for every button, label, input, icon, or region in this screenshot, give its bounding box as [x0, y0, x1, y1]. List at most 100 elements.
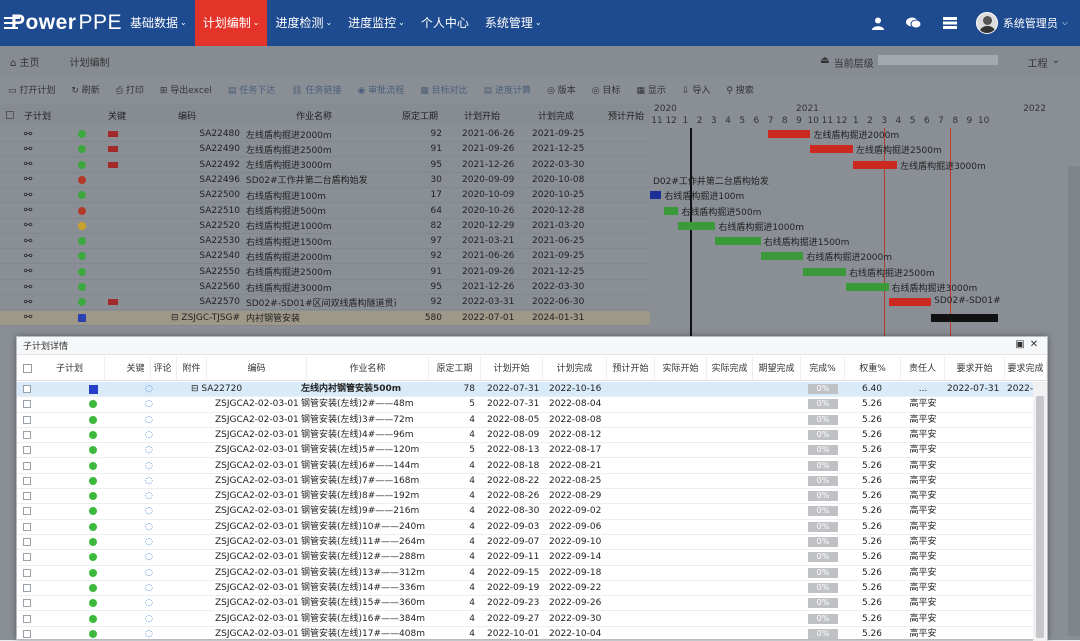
dialog-header-cell[interactable]: 计划完成	[543, 357, 607, 381]
dialog-header-cell[interactable]: 预计开始	[607, 357, 655, 381]
nav-item-1[interactable]: 计划编制 ⌄	[194, 0, 268, 46]
table-row[interactable]: ⚯ SA22496 SD02#工作井第二台盾构始发 30 2020-09-09 2020-…	[0, 173, 650, 188]
toolbar-import-button[interactable]: ⇩ 导入	[674, 83, 718, 96]
table-row[interactable]: ⚯ ⊟ ZSJGC-TJSG# 内衬钢管安装 580 2022-07-01 2024-01…	[0, 310, 650, 326]
gantt-bar[interactable]	[650, 191, 662, 200]
table-row[interactable]: ◌ ⊟ SA22720 左线内衬钢管安装500m 78 2022-07-31 2022-1…	[17, 382, 1033, 398]
dialog-header-cell[interactable]: 实际开始	[655, 357, 707, 381]
gantt-bar[interactable]	[845, 283, 889, 291]
row-checkbox[interactable]	[23, 400, 31, 409]
toolbar-open-plan-button[interactable]: ▭ 打开计划	[0, 83, 63, 96]
link-icon[interactable]: ⚯	[24, 266, 32, 277]
dialog-header-cell[interactable]: 附件	[177, 357, 207, 381]
table-row[interactable]: ⚯ SA22550 右线盾构掘进2500m 91 2021-09-26 2021-12-2…	[0, 265, 650, 280]
close-icon[interactable]: ✕	[1027, 339, 1041, 350]
table-row[interactable]: ◌ ZSJGCA2-02-03-01 钢管安装(左线)9#——216m 4 2022-0…	[17, 504, 1033, 520]
table-row[interactable]: ◌ ZSJGCA2-02-03-01 钢管安装(左线)17#——408m 4 2022-…	[17, 627, 1033, 641]
row-checkbox[interactable]	[23, 629, 31, 638]
breadcrumb-home[interactable]: ⌂ 主页	[10, 54, 40, 69]
comment-icon[interactable]: ◌	[145, 550, 153, 565]
comment-icon[interactable]: ◌	[145, 413, 153, 428]
dialog-header-cell[interactable]: 原定工期	[429, 357, 481, 381]
comment-icon[interactable]: ◌	[145, 566, 153, 581]
table-row[interactable]: ⚯ SA22520 右线盾构掘进1000m 82 2020-12-29 2021-03-2…	[0, 219, 650, 234]
main-scrollbar[interactable]	[1068, 166, 1080, 636]
nav-item-5[interactable]: 系统管理 ⌄	[477, 0, 550, 46]
link-icon[interactable]: ⚯	[24, 190, 32, 201]
nav-item-4[interactable]: 个人中心	[413, 0, 477, 46]
nav-item-0[interactable]: 基础数据 ⌄	[122, 0, 195, 46]
gantt-bar[interactable]	[803, 267, 846, 276]
table-row[interactable]: ◌ ZSJGCA2-02-03-01 钢管安装(左线)10#——240m 4 2022-…	[17, 520, 1033, 535]
toolbar-display-button[interactable]: ▦ 显示	[629, 83, 674, 96]
dialog-header-cell[interactable]: 作业名称	[307, 357, 429, 381]
comment-icon[interactable]: ◌	[145, 459, 153, 474]
comment-icon[interactable]: ◌	[145, 428, 153, 443]
dialog-header-cell[interactable]: 编码	[207, 357, 307, 381]
link-icon[interactable]: ⚯	[24, 144, 32, 155]
table-row[interactable]: ◌ ZSJGCA2-02-03-01 钢管安装(左线)3#——72m 4 2022-08…	[17, 413, 1033, 428]
gantt-bar[interactable]	[810, 145, 854, 154]
gantt-bar[interactable]	[767, 130, 811, 138]
link-icon[interactable]: ⚯	[24, 236, 32, 247]
user-profile-icon[interactable]	[860, 0, 896, 46]
dialog-header-cell[interactable]: 责任人	[901, 357, 945, 381]
dialog-header-cell[interactable]: 计划开始	[481, 357, 543, 381]
gantt-bar[interactable]	[760, 252, 804, 261]
row-checkbox[interactable]	[23, 385, 31, 393]
row-checkbox[interactable]	[23, 553, 31, 562]
row-checkbox[interactable]	[23, 446, 31, 455]
gantt-bar[interactable]	[678, 221, 716, 230]
table-row[interactable]: ◌ ZSJGCA2-02-03-01 钢管安装(左线)7#——168m 4 2022-0…	[17, 474, 1033, 490]
toolbar-progress-calc-button[interactable]: ▤ 进度计算	[476, 83, 539, 96]
dialog-header-cell[interactable]: 完成%	[801, 357, 845, 381]
toolbar-refresh-button[interactable]: ↻ 刷新	[63, 83, 107, 96]
comment-icon[interactable]: ◌	[145, 627, 153, 641]
gantt-bar[interactable]	[664, 206, 679, 215]
link-icon[interactable]: ⚯	[24, 312, 32, 323]
toolbar-search-button[interactable]: ⚲ 搜索	[718, 83, 761, 96]
toolbar-task-dispatch-button[interactable]: ▤ 任务下达	[220, 83, 283, 96]
comment-icon[interactable]: ◌	[145, 612, 153, 627]
link-icon[interactable]: ⚯	[24, 251, 32, 262]
row-checkbox[interactable]	[23, 538, 31, 546]
nav-item-2[interactable]: 进度检测 ⌄	[267, 0, 340, 46]
table-row[interactable]: ⚯ SA22570 SD02#-SD01#区间双线盾构隧道贯通 92 2022-03-3…	[0, 295, 650, 311]
dialog-select-all-checkbox[interactable]	[23, 364, 32, 373]
comment-icon[interactable]: ◌	[145, 443, 153, 458]
table-row[interactable]: ⚯ SA22540 右线盾构掘进2000m 92 2021-06-26 2021-09-2…	[0, 249, 650, 265]
row-checkbox[interactable]	[23, 522, 31, 531]
comment-icon[interactable]: ◌	[145, 397, 153, 412]
toolbar-task-link-button[interactable]: ⛓ 任务链接	[283, 83, 349, 96]
toolbar-approval-flow-button[interactable]: ◉ 审批流程	[350, 83, 413, 96]
row-checkbox[interactable]	[23, 507, 31, 516]
table-row[interactable]: ◌ ZSJGCA2-02-03-01 钢管安装(左线)5#——120m 5 2022-0…	[17, 443, 1033, 459]
table-row[interactable]: ◌ ZSJGCA2-02-03-01 钢管安装(左线)6#——144m 4 2022-0…	[17, 459, 1033, 474]
comment-icon[interactable]: ◌	[145, 535, 153, 550]
toolbar-version-button[interactable]: ◎ 版本	[539, 83, 584, 96]
row-checkbox[interactable]	[23, 568, 31, 577]
gantt-bar[interactable]	[853, 160, 898, 169]
table-row[interactable]: ⚯ SA22480 左线盾构掘进2000m 92 2021-06-26 2021-09-2…	[0, 127, 650, 142]
row-checkbox[interactable]	[23, 415, 31, 424]
table-row[interactable]: ◌ ZSJGCA2-02-03-01 钢管安装(左线)15#——360m 4 2022-…	[17, 596, 1033, 612]
nav-item-3[interactable]: 进度监控 ⌄	[340, 0, 413, 46]
table-row[interactable]: ⚯ SA22560 右线盾构掘进3000m 95 2021-12-26 2022-03-3…	[0, 280, 650, 295]
select-all-checkbox[interactable]	[6, 111, 14, 119]
link-icon[interactable]: ⚯	[24, 205, 32, 216]
toolbar-target-button[interactable]: ◎ 目标	[584, 83, 629, 96]
row-checkbox[interactable]	[23, 492, 31, 501]
table-row[interactable]: ⚯ SA22510 右线盾构掘进500m 64 2020-10-26 2020-12-28	[0, 204, 650, 219]
table-row[interactable]: ⚯ SA22492 左线盾构掘进3000m 95 2021-12-26 2022-03-3…	[0, 158, 650, 173]
comment-icon[interactable]: ◌	[145, 504, 153, 519]
comment-icon[interactable]: ◌	[145, 382, 153, 397]
dialog-header-cell[interactable]: 期望完成	[753, 357, 801, 381]
row-checkbox[interactable]	[23, 476, 31, 485]
app-logo[interactable]: Power PPE	[0, 11, 122, 35]
gantt-bar[interactable]	[931, 313, 998, 322]
link-icon[interactable]: ⚯	[24, 129, 32, 140]
comment-icon[interactable]: ◌	[145, 489, 153, 504]
toolbar-target-compare-button[interactable]: ▦ 目标对比	[412, 83, 475, 96]
link-icon[interactable]: ⚯	[24, 174, 32, 185]
comment-icon[interactable]: ◌	[145, 581, 153, 596]
